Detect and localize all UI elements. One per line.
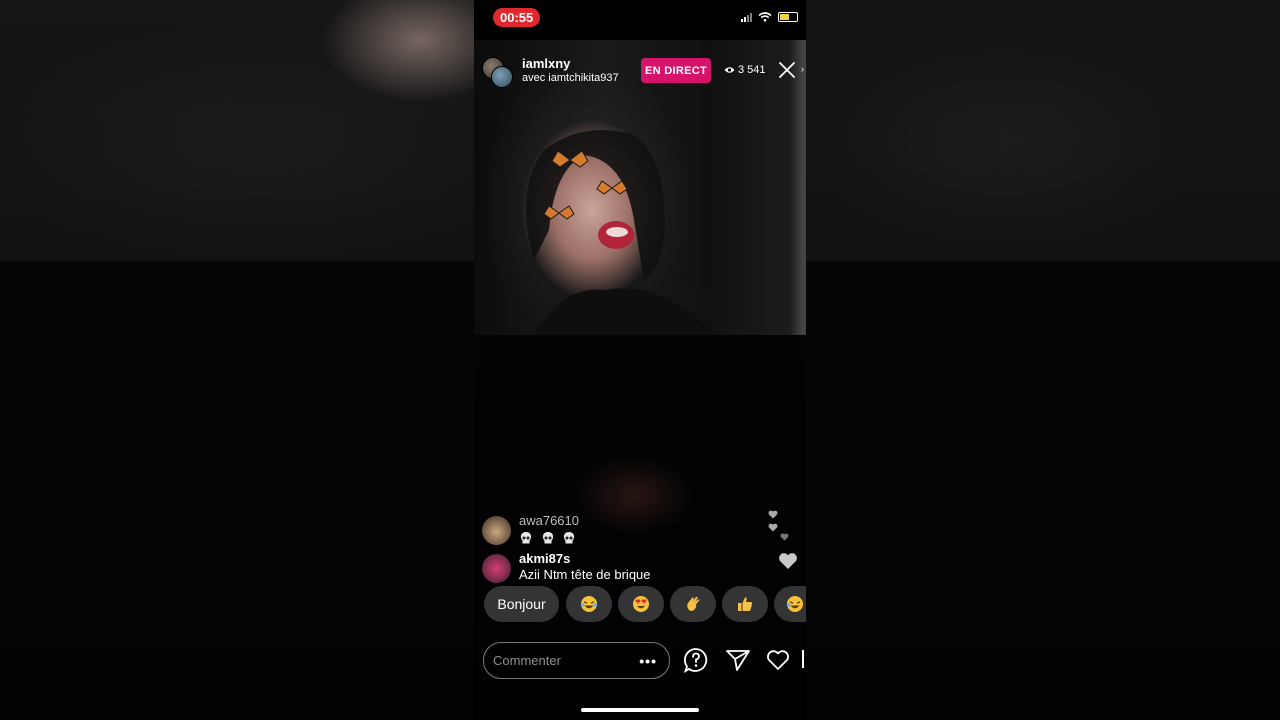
commenter-avatar[interactable]: [482, 516, 511, 545]
comment-text: Azii Ntm tête de brique: [519, 567, 651, 582]
skull-icon: [542, 531, 553, 544]
waving-hand-icon: [687, 596, 700, 611]
gift-icon-partial[interactable]: [802, 650, 806, 668]
viewer-count[interactable]: 3 541: [724, 64, 766, 76]
heart-icon: [780, 533, 789, 541]
quick-reply-laughing[interactable]: [566, 586, 612, 622]
send-icon[interactable]: [725, 647, 751, 673]
live-badge: EN DIRECT: [641, 58, 711, 83]
chevron-right-icon: ›: [801, 64, 804, 74]
guest-avatar[interactable]: [491, 66, 513, 88]
more-options-icon[interactable]: •••: [639, 653, 657, 669]
comment-input[interactable]: Commenter •••: [483, 642, 670, 679]
cellular-signal-icon: [741, 12, 752, 22]
laughing-tears-icon: [786, 596, 803, 612]
guest-line[interactable]: avec iamtchikita937: [522, 72, 619, 84]
viewer-count-value: 3 541: [738, 64, 766, 76]
heart-eyes-icon: [633, 596, 649, 612]
host-avatars[interactable]: [482, 57, 513, 88]
quick-reply-bonjour[interactable]: Bonjour: [484, 586, 559, 622]
comment-username[interactable]: awa76610: [519, 513, 579, 528]
heart-icon[interactable]: [778, 552, 798, 570]
live-video-feed[interactable]: [474, 40, 806, 335]
like-heart-icon[interactable]: [765, 647, 791, 673]
comment-placeholder: Commenter: [493, 653, 561, 668]
video-frame-illustration: [526, 130, 714, 335]
commenter-avatar[interactable]: [482, 554, 511, 583]
home-indicator[interactable]: [581, 708, 699, 712]
comment-username[interactable]: akmi87s: [519, 551, 570, 566]
close-icon[interactable]: [778, 61, 796, 79]
question-icon[interactable]: [683, 647, 709, 673]
skull-icon: [520, 531, 532, 544]
host-username[interactable]: iamlxny: [522, 56, 570, 71]
battery-icon: [778, 12, 798, 22]
quick-reply-heart-eyes[interactable]: [618, 586, 664, 622]
quick-reactions-row: Bonjour: [484, 586, 806, 622]
heart-icon: [768, 523, 778, 532]
heart-icon: [768, 510, 778, 519]
blurred-backdrop-right: [806, 0, 1280, 720]
quick-reply-thumbs-up[interactable]: [722, 586, 768, 622]
laughing-tears-icon: [580, 596, 598, 612]
wifi-icon: [758, 12, 772, 22]
thumbs-up-icon: [738, 597, 753, 611]
screen: 00:55 iamlxny avec iamtchikita937 EN DIR…: [0, 0, 1280, 720]
live-stream-screen: 00:55 iamlxny avec iamtchikita937 EN DIR…: [474, 0, 806, 720]
status-icons: [741, 12, 798, 22]
quick-reply-laughing-2[interactable]: [774, 586, 806, 622]
quick-reply-wave[interactable]: [670, 586, 716, 622]
eye-icon: [724, 67, 735, 73]
skull-icon: [564, 531, 575, 544]
status-time: 00:55: [493, 8, 541, 27]
blurred-backdrop-left: [0, 0, 474, 720]
comment-text: [519, 529, 580, 545]
